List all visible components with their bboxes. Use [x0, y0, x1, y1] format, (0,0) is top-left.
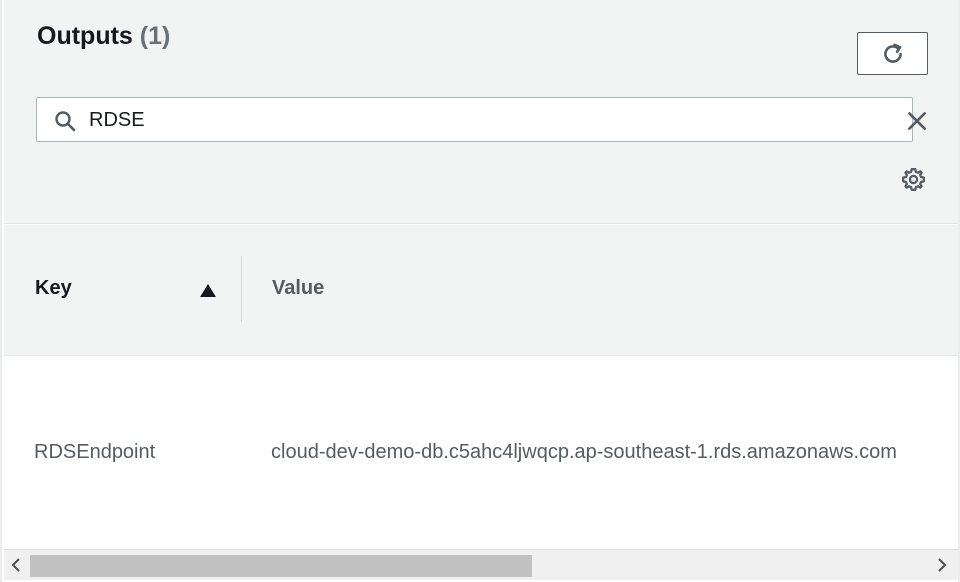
cell-value: cloud-dev-demo-db.c5ahc4ljwqcp.ap-southe…: [271, 441, 897, 463]
title-text: Outputs: [37, 22, 133, 50]
column-divider[interactable]: [241, 256, 242, 322]
chevron-left-icon[interactable]: [8, 556, 24, 574]
caret-up-icon[interactable]: [200, 284, 216, 297]
search-field[interactable]: [36, 97, 926, 142]
refresh-icon: [883, 42, 902, 63]
outputs-count: (1): [139, 22, 171, 50]
scrollbar-thumb[interactable]: [30, 555, 532, 577]
chevron-right-icon[interactable]: [934, 556, 950, 574]
outputs-panel: Outputs (1) Key: [0, 0, 960, 582]
search-icon: [55, 111, 76, 132]
table-header-row: Key Value: [4, 225, 958, 356]
cell-key: RDSEndpoint: [34, 441, 156, 463]
page-title: Outputs (1): [37, 22, 170, 51]
refresh-button[interactable]: [857, 32, 928, 75]
gear-icon[interactable]: [900, 166, 927, 193]
table-row: RDSEndpoint cloud-dev-demo-db.c5ahc4ljwq…: [4, 357, 958, 549]
search-input[interactable]: [89, 104, 869, 136]
column-header-key[interactable]: Key: [35, 277, 72, 300]
outputs-header: Outputs (1): [4, 0, 958, 224]
horizontal-scrollbar[interactable]: [4, 549, 958, 580]
column-header-value[interactable]: Value: [272, 277, 324, 300]
close-icon[interactable]: [904, 108, 930, 134]
